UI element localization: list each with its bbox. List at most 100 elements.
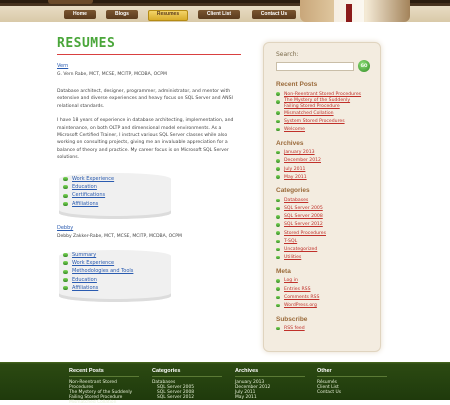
nav-client-list[interactable]: Client List bbox=[198, 10, 240, 19]
link-education[interactable]: Education bbox=[72, 276, 97, 284]
link-affiliations[interactable]: Affiliations bbox=[72, 200, 98, 208]
sidebar-link[interactable]: Databases bbox=[284, 198, 308, 203]
sidebar-heading-subscribe: Subscribe bbox=[276, 315, 308, 323]
list-item: Education bbox=[63, 183, 243, 191]
sidebar-link[interactable]: System Stored Procedures bbox=[284, 119, 345, 124]
footer-heading: Other bbox=[317, 368, 387, 377]
sidebar-link[interactable]: SQL Server 2005 bbox=[284, 206, 323, 211]
list-item: Stored Procedures bbox=[276, 229, 372, 237]
list-item: The Mystery of the Suddenly Failing Stor… bbox=[276, 98, 372, 109]
sidebar-link[interactable]: SQL Server 2012 bbox=[284, 222, 323, 227]
green-bullet-icon bbox=[63, 252, 68, 257]
bio-paragraph: Database architect, designer, programmer… bbox=[57, 89, 233, 109]
green-bullet-icon bbox=[276, 287, 280, 291]
green-bullet-icon bbox=[276, 231, 280, 235]
nav-blogs[interactable]: Blogs bbox=[106, 10, 138, 19]
search-go-button[interactable]: GO bbox=[358, 60, 370, 72]
link-work-experience[interactable]: Work Experience bbox=[72, 175, 114, 183]
search-input[interactable] bbox=[276, 61, 354, 71]
green-bullet-icon bbox=[63, 185, 68, 190]
sidebar-link[interactable]: Log in bbox=[284, 278, 298, 283]
list-item: Summary bbox=[63, 251, 243, 259]
list-item: Work Experience bbox=[63, 175, 243, 183]
footer-link[interactable]: Mismatched Collation bbox=[69, 400, 139, 405]
green-bullet-icon bbox=[276, 198, 280, 203]
sidebar-link[interactable]: Welcome bbox=[284, 127, 305, 132]
nav-home[interactable]: Home bbox=[64, 10, 96, 19]
nav-resumes[interactable]: Resumes bbox=[148, 10, 188, 21]
meta-list: Log in Entries RSS Comments RSS WordPres… bbox=[276, 277, 372, 310]
green-bullet-icon bbox=[276, 279, 280, 283]
sidebar-link[interactable]: Stored Procedures bbox=[284, 231, 326, 236]
list-item: Work Experience bbox=[63, 259, 243, 267]
sidebar-heading-recent-posts: Recent Posts bbox=[276, 81, 318, 88]
footer-column-archives: Archives January 2013 December 2012 July… bbox=[235, 368, 305, 400]
sidebar-link[interactable]: July 2011 bbox=[284, 167, 305, 172]
list-item: Methodologies and Tools bbox=[63, 267, 243, 275]
list-item: Utilities bbox=[276, 254, 372, 262]
page-title: RESUMES bbox=[57, 36, 116, 51]
green-bullet-icon bbox=[276, 303, 280, 308]
list-item: Log in bbox=[276, 277, 372, 285]
footer-heading: Archives bbox=[235, 368, 305, 377]
list-item: Entries RSS bbox=[276, 285, 372, 293]
link-summary[interactable]: Summary bbox=[72, 251, 96, 259]
resume-sections-debby: Summary Work Experience Methodologies an… bbox=[57, 249, 243, 302]
list-item: Mismatched Collation bbox=[276, 109, 372, 117]
resume-sections-vern: Work Experience Education Certifications… bbox=[57, 172, 243, 219]
title-divider bbox=[57, 54, 241, 55]
sidebar-heading-categories: Categories bbox=[276, 187, 310, 195]
rss-feed-link[interactable]: RSS feed bbox=[284, 326, 305, 331]
list-item: Affiliations bbox=[63, 284, 243, 292]
sidebar-link[interactable]: Mismatched Collation bbox=[284, 111, 334, 116]
green-bullet-icon bbox=[63, 202, 68, 207]
green-bullet-icon bbox=[276, 255, 280, 260]
recent-posts-list: Non-Reentrant Stored Procedures The Myst… bbox=[276, 90, 372, 134]
sidebar-link[interactable]: Entries RSS bbox=[284, 287, 310, 292]
sidebar-link[interactable]: December 2012 bbox=[284, 158, 321, 163]
sidebar-link[interactable]: SQL Server 2008 bbox=[284, 214, 323, 219]
sidebar-link[interactable]: T-SQL bbox=[284, 239, 297, 244]
green-bullet-icon bbox=[276, 111, 280, 115]
search-label: Search: bbox=[276, 51, 299, 58]
sidebar-link[interactable]: January 2013 bbox=[284, 150, 315, 155]
person-name-vern[interactable]: Vern bbox=[57, 63, 243, 69]
green-bullet-icon bbox=[63, 193, 68, 198]
green-bullet-icon bbox=[63, 286, 68, 291]
list-item: Databases bbox=[276, 196, 372, 204]
sidebar-link[interactable]: WordPress.org bbox=[284, 303, 317, 308]
main-content: RESUMES Vern G. Vern Rabe, MCT, MCSE, MC… bbox=[57, 36, 243, 302]
sidebar-link[interactable]: May 2011 bbox=[284, 175, 307, 180]
footer-heading: Recent Posts bbox=[69, 368, 139, 377]
credentials: Debby Zakker-Rabe, MCT, MCSE, MCITP, MCD… bbox=[57, 233, 182, 239]
list-item: Uncategorized bbox=[276, 245, 372, 253]
sidebar-link[interactable]: Non-Reentrant Stored Procedures bbox=[284, 92, 361, 97]
link-work-experience[interactable]: Work Experience bbox=[72, 259, 114, 267]
link-education[interactable]: Education bbox=[72, 183, 97, 191]
footer-link[interactable]: SQL Server 2012 bbox=[152, 395, 222, 400]
link-affiliations[interactable]: Affiliations bbox=[72, 284, 98, 292]
footer-link[interactable]: May 2011 bbox=[235, 395, 305, 400]
sidebar-link[interactable]: The Mystery of the Suddenly Failing Stor… bbox=[284, 98, 362, 109]
sidebar-link[interactable]: Utilities bbox=[284, 255, 301, 260]
sidebar-link[interactable]: Comments RSS bbox=[284, 295, 319, 300]
green-bullet-icon bbox=[276, 167, 280, 171]
footer-heading: Categories bbox=[152, 368, 222, 377]
person-name-debby[interactable]: Debby bbox=[57, 225, 243, 231]
footer-link[interactable]: Contact Us bbox=[317, 390, 387, 395]
green-bullet-icon bbox=[276, 92, 280, 96]
main-nav: Home Blogs Resumes Client List Contact U… bbox=[0, 10, 450, 22]
site-logo[interactable] bbox=[48, 0, 93, 4]
link-methodologies-tools[interactable]: Methodologies and Tools bbox=[72, 267, 133, 275]
nav-contact-us[interactable]: Contact Us bbox=[252, 10, 296, 19]
search-form: GO bbox=[276, 60, 372, 72]
link-certifications[interactable]: Certifications bbox=[72, 191, 105, 199]
green-bullet-icon bbox=[63, 278, 68, 283]
green-bullet-icon bbox=[276, 206, 280, 211]
footer-column-recent-posts: Recent Posts Non-Reentrant Stored Proced… bbox=[69, 368, 139, 405]
green-bullet-icon bbox=[276, 150, 280, 155]
list-item: Education bbox=[63, 276, 243, 284]
green-bullet-icon bbox=[276, 295, 280, 300]
footer-column-categories: Categories Databases SQL Server 2005 SQL… bbox=[152, 368, 222, 400]
sidebar-link[interactable]: Uncategorized bbox=[284, 247, 317, 252]
